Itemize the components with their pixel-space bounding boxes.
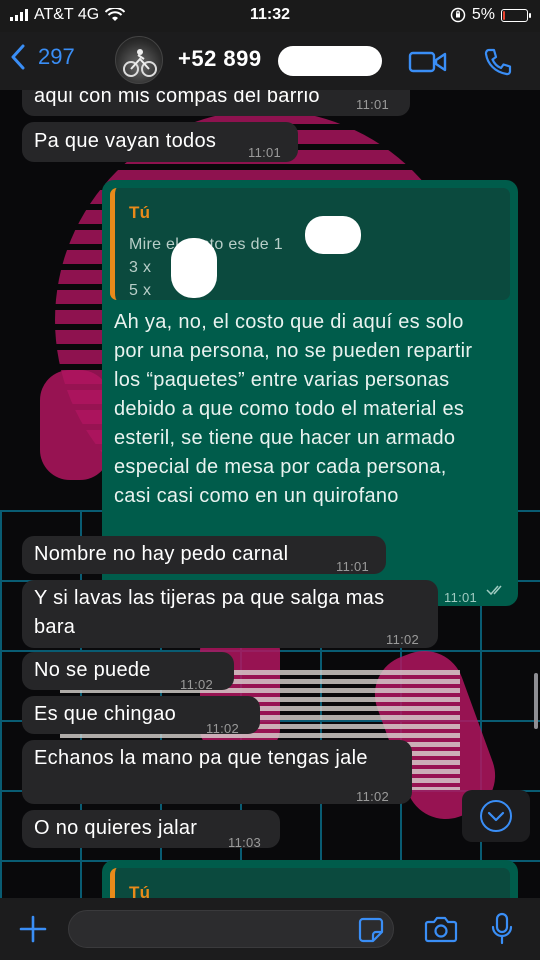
message-time: 11:01 [444, 590, 478, 605]
quoted-message[interactable]: Tú Mire el costo es de 1 3 x 5 x [110, 188, 510, 300]
message-incoming[interactable]: O no quieres jalar 11:03 [22, 810, 280, 850]
quote-author: Tú [129, 883, 151, 898]
message-incoming[interactable]: Echanos la mano pa que tengas jale 11:02 [22, 740, 412, 804]
double-check-icon [486, 585, 502, 596]
contact-name[interactable]: +52 899 [178, 46, 262, 72]
message-text: Nombre no hay pedo carnal [34, 543, 289, 565]
message-time: 11:02 [180, 677, 214, 692]
phone-icon[interactable] [482, 46, 514, 78]
message-incoming[interactable]: Nombre no hay pedo carnal 11:01 [22, 536, 386, 574]
message-incoming[interactable]: Y si lavas las tijeras pa que salga mas … [22, 580, 438, 648]
message-time: 11:02 [356, 789, 390, 804]
message-text: No se puede [34, 659, 151, 681]
avatar-motorcycle-image [123, 49, 157, 77]
message-text: Es que chingao [34, 703, 177, 725]
microphone-icon[interactable] [490, 912, 514, 946]
quote-line: 5 x [129, 282, 152, 299]
chevron-down-icon [480, 800, 512, 832]
status-bar: AT&T 4G 11:32 5% [0, 0, 540, 32]
message-text: aqui con mis compas del barrio [34, 90, 320, 107]
redaction-mark [305, 216, 361, 254]
message-input[interactable] [68, 910, 394, 948]
message-text: Echanos la mano pa que tengas jale [34, 747, 368, 769]
redaction-mark [171, 238, 217, 298]
message-incoming[interactable]: Es que chingao 11:02 [22, 696, 260, 736]
message-time: 11:01 [336, 559, 370, 574]
redaction-mark [278, 46, 382, 76]
battery-percent: 5% [471, 6, 495, 23]
chevron-left-icon [11, 44, 25, 70]
composer-bar [0, 898, 540, 960]
message-time: 11:01 [248, 145, 282, 160]
video-camera-icon[interactable] [408, 50, 448, 74]
status-right: 5% [450, 6, 531, 24]
scroll-to-bottom-button[interactable] [462, 790, 530, 842]
scrollbar[interactable] [534, 673, 538, 729]
message-incoming[interactable]: aqui con mis compas del barrio 11:01 [22, 90, 410, 116]
message-text: Ah ya, no, el costo que di aquí es solo … [114, 311, 473, 507]
avatar[interactable] [115, 36, 163, 84]
plus-icon[interactable] [18, 914, 48, 944]
message-text: Y si lavas las tijeras pa que salga mas … [34, 587, 385, 638]
quote-author: Tú [129, 203, 151, 222]
message-time: 11:01 [356, 97, 390, 112]
message-time: 11:02 [386, 632, 420, 647]
message-time: 11:02 [206, 721, 240, 736]
chat-area[interactable]: aqui con mis compas del barrio 11:01 Pa … [0, 90, 540, 898]
back-button[interactable]: 297 [10, 44, 75, 70]
orientation-lock-icon [450, 7, 466, 23]
message-incoming[interactable]: No se puede 11:02 [22, 652, 234, 692]
message-text: O no quieres jalar [34, 817, 198, 839]
chat-header: 297 +52 899 [0, 32, 540, 90]
message-outgoing[interactable]: Tú [102, 860, 518, 898]
message-incoming[interactable]: Pa que vayan todos 11:01 [22, 122, 298, 162]
message-time: 11:03 [228, 835, 262, 850]
camera-icon[interactable] [424, 914, 458, 944]
battery-icon [501, 8, 531, 22]
sticker-icon[interactable] [358, 917, 384, 943]
message-text: Pa que vayan todos [34, 130, 217, 152]
quoted-message[interactable]: Tú [110, 868, 510, 898]
unread-count: 297 [38, 44, 75, 69]
wallpaper-shape [40, 370, 110, 480]
